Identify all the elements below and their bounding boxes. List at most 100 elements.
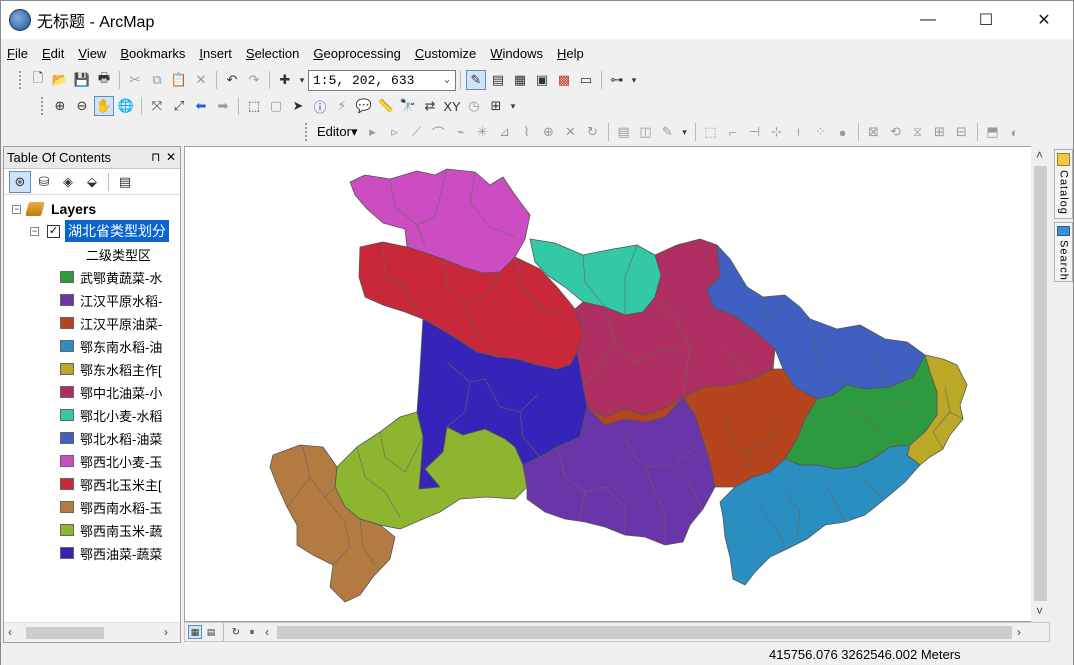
collapse-icon[interactable]: − [12, 204, 21, 214]
new-document-icon[interactable]: 🗋 [28, 70, 48, 90]
rotate-icon[interactable]: ↻ [583, 122, 603, 142]
list-by-drawing-order-icon[interactable]: ⊛ [9, 170, 31, 193]
snap-edge-icon[interactable]: ⟊ [789, 122, 809, 142]
layers-root-row[interactable]: − Layers [12, 199, 96, 219]
undo-icon[interactable]: ↶ [222, 70, 242, 90]
menu-customize[interactable]: Customize [415, 46, 476, 61]
time-slider-icon[interactable]: ◷ [464, 96, 484, 116]
measure-icon[interactable]: 📏 [376, 96, 396, 116]
point-icon[interactable]: ✳ [473, 122, 493, 142]
map-display[interactable] [184, 146, 1050, 622]
toolbar-options-icon[interactable]: ▾ [629, 70, 639, 90]
zoom-in-icon[interactable]: ⊕ [50, 96, 70, 116]
legend-item[interactable]: 鄂西南玉米-蔬 [60, 520, 162, 540]
scroll-right-icon[interactable]: › [164, 625, 168, 639]
clear-selection-icon[interactable]: ▢ [266, 96, 286, 116]
menu-windows[interactable]: Windows [490, 46, 543, 61]
georef-icon[interactable]: ⊠ [864, 122, 884, 142]
legend-item[interactable]: 武鄂黄蔬菜-水 [60, 267, 162, 287]
straight-segment-icon[interactable]: ⟋ [407, 122, 427, 142]
search-dock-tab[interactable]: Search [1054, 222, 1073, 282]
close-icon[interactable]: ✕ [166, 150, 176, 164]
end-point-arc-icon[interactable]: ⌒ [429, 122, 449, 142]
python-window-icon[interactable]: ▭ [576, 70, 596, 90]
list-by-visibility-icon[interactable]: ◈ [57, 171, 79, 193]
toolbar-grip[interactable] [41, 97, 45, 115]
delete-icon[interactable]: ✕ [191, 70, 211, 90]
catalog-dock-tab[interactable]: Catalog [1054, 149, 1073, 219]
cut-polygons-icon[interactable]: ⊕ [539, 122, 559, 142]
control-points-icon[interactable]: ⊞ [930, 122, 950, 142]
scrollbar-thumb[interactable] [277, 626, 1012, 639]
globe-tool-icon[interactable]: ● [833, 122, 853, 142]
fixed-zoom-in-icon[interactable]: ⤧ [147, 96, 167, 116]
swipe-icon[interactable]: ◐ [1005, 122, 1025, 142]
legend-swatch[interactable] [60, 547, 74, 559]
legend-swatch[interactable] [60, 317, 74, 329]
search-window-icon[interactable]: ▣ [532, 70, 552, 90]
paste-icon[interactable]: 📋 [169, 70, 189, 90]
legend-swatch[interactable] [60, 363, 74, 375]
toolbar-grip[interactable] [19, 71, 23, 89]
topology-select-icon[interactable]: ⬚ [701, 122, 721, 142]
go-forward-icon[interactable]: ➡ [213, 96, 233, 116]
go-to-xy-icon[interactable]: XY [442, 96, 462, 116]
find-icon[interactable]: 🔭 [398, 96, 418, 116]
scrollbar-thumb[interactable] [26, 627, 104, 639]
menu-geoprocessing[interactable]: Geoprocessing [313, 46, 400, 61]
legend-item[interactable]: 鄂东水稻主作[ [60, 359, 162, 379]
go-back-icon[interactable]: ⬅ [191, 96, 211, 116]
create-features-icon[interactable]: ✎ [658, 122, 678, 142]
warp-icon[interactable]: ⧖ [908, 122, 928, 142]
toolbar-options-icon[interactable]: ▾ [508, 96, 518, 116]
legend-swatch[interactable] [60, 271, 74, 283]
toolbar-options-icon[interactable]: ▾ [680, 122, 690, 142]
full-extent-icon[interactable]: 🌐 [116, 96, 136, 116]
reshape-icon[interactable]: ⌇ [517, 122, 537, 142]
find-route-icon[interactable]: ⇄ [420, 96, 440, 116]
legend-swatch[interactable] [60, 409, 74, 421]
legend-swatch[interactable] [60, 294, 74, 306]
legend-item[interactable]: 鄂北小麦-水稻 [60, 405, 162, 425]
snap-endpoint-icon[interactable]: ⊣ [745, 122, 765, 142]
print-icon[interactable]: 🖶 [94, 70, 114, 90]
edit-vertices-icon[interactable]: ⊿ [495, 122, 515, 142]
layer-name[interactable]: 湖北省类型划分 [65, 220, 169, 242]
menu-view[interactable]: View [78, 46, 106, 61]
pan-icon[interactable]: ✋ [94, 96, 114, 116]
zoom-out-icon[interactable]: ⊖ [72, 96, 92, 116]
menu-file[interactable]: File [7, 46, 28, 61]
snap-vertex-icon[interactable]: ⊹ [767, 122, 787, 142]
sketch-properties-icon[interactable]: ◫ [636, 122, 656, 142]
legend-item[interactable]: 鄂北水稻-油菜 [60, 428, 162, 448]
edit-tool-icon[interactable]: ▸ [363, 122, 383, 142]
create-viewer-window-icon[interactable]: ⊞ [486, 96, 506, 116]
menu-insert[interactable]: Insert [199, 46, 232, 61]
html-popup-icon[interactable]: 💬 [354, 96, 374, 116]
layout-view-icon[interactable]: ▤ [204, 625, 218, 639]
data-view-icon[interactable]: ▦ [188, 625, 202, 639]
save-icon[interactable]: 💾 [72, 70, 92, 90]
minimize-button[interactable]: — [899, 1, 957, 39]
arctoolbox-icon[interactable]: ▩ [554, 70, 574, 90]
legend-swatch[interactable] [60, 501, 74, 513]
rotate-raster-icon[interactable]: ⟲ [886, 122, 906, 142]
list-by-source-icon[interactable]: ⛁ [33, 171, 55, 193]
pause-drawing-icon[interactable]: ⏸ [245, 625, 259, 639]
legend-swatch[interactable] [60, 432, 74, 444]
legend-item[interactable]: 鄂西北小麦-玉 [60, 451, 162, 471]
maximize-button[interactable]: ☐ [957, 1, 1015, 39]
map-scale-combobox[interactable]: 1:5, 202, 633 ⌄ [308, 69, 456, 91]
edit-annotation-icon[interactable]: ▹ [385, 122, 405, 142]
toc-horizontal-scrollbar[interactable]: ‹ › [4, 622, 180, 642]
topology-edit-icon[interactable]: ⌐ [723, 122, 743, 142]
menu-edit[interactable]: Edit [42, 46, 64, 61]
scrollbar-thumb[interactable] [1034, 166, 1047, 601]
attributes-icon[interactable]: ▤ [614, 122, 634, 142]
identify-icon[interactable]: ⓘ [310, 96, 330, 116]
scroll-right-icon[interactable]: › [1017, 625, 1021, 639]
legend-item[interactable]: 鄂东南水稻-油 [60, 336, 162, 356]
editor-toolbar-icon[interactable]: ✎ [466, 70, 486, 90]
copy-icon[interactable]: ⧉ [147, 70, 167, 90]
scroll-down-icon[interactable]: ˅ [1036, 604, 1043, 618]
